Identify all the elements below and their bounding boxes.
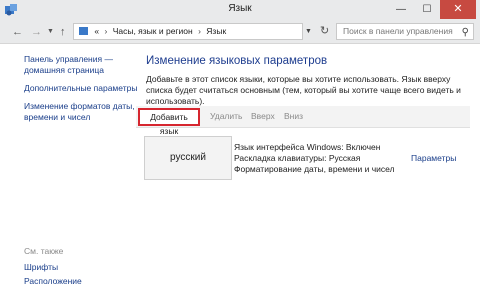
forward-arrow-icon[interactable]: → <box>31 25 42 39</box>
breadcrumb-separator: › <box>198 26 201 36</box>
language-detail-formatting: Форматирование даты, времени и чисел <box>234 164 395 174</box>
language-detail-interface: Язык интерфейса Windows: Включен <box>234 142 381 152</box>
breadcrumb-overflow[interactable]: « <box>94 26 99 36</box>
add-language-button[interactable]: Добавить язык <box>138 108 200 136</box>
up-arrow-icon[interactable]: ↑ <box>60 25 66 39</box>
language-tile-russian[interactable]: русский <box>144 136 232 180</box>
minimize-button[interactable]: — <box>388 0 414 19</box>
search-input[interactable]: Поиск в панели управления ⚲ <box>336 23 474 40</box>
sidebar-link-control-panel-home[interactable]: Панель управления — домашняя страница <box>24 54 142 76</box>
maximize-button[interactable]: ☐ <box>414 0 440 19</box>
see-also-link-fonts[interactable]: Шрифты <box>24 262 58 272</box>
search-icon[interactable]: ⚲ <box>462 25 469 40</box>
breadcrumb-clock-language-region[interactable]: Часы, язык и регион <box>113 26 193 36</box>
language-options-link[interactable]: Параметры <box>411 153 456 163</box>
back-arrow-icon[interactable]: ← <box>12 25 23 39</box>
refresh-icon[interactable]: ↻ <box>320 24 329 37</box>
move-up-button[interactable]: Вверх <box>251 111 275 121</box>
navigation-bar: ← → ▼ ↑ « › Часы, язык и регион › Язык ▼… <box>0 20 480 44</box>
page-description: Добавьте в этот список языки, которые вы… <box>146 74 461 106</box>
control-panel-icon <box>79 27 88 35</box>
search-placeholder: Поиск в панели управления <box>343 26 453 36</box>
recent-pages-chevron-icon[interactable]: ▼ <box>47 25 54 39</box>
language-details: Язык интерфейса Windows: Включен Расклад… <box>234 142 395 175</box>
remove-button[interactable]: Удалить <box>210 111 242 121</box>
sidebar-link-advanced-settings[interactable]: Дополнительные параметры <box>24 83 142 94</box>
breadcrumb-separator: › <box>104 26 108 36</box>
breadcrumb-language[interactable]: Язык <box>206 26 226 36</box>
title-bar: Язык — ☐ ✕ <box>0 0 480 20</box>
language-detail-keyboard: Раскладка клавиатуры: Русская <box>234 153 361 163</box>
address-bar[interactable]: « › Часы, язык и регион › Язык <box>73 23 303 40</box>
sidebar-link-change-formats[interactable]: Изменение форматов даты, времени и чисел <box>24 101 142 123</box>
close-button[interactable]: ✕ <box>440 0 476 19</box>
sidebar: Панель управления — домашняя страница До… <box>24 54 142 130</box>
see-also-link-location[interactable]: Расположение <box>24 276 82 286</box>
chevron-down-icon[interactable]: ▼ <box>305 28 312 35</box>
page-title: Изменение языковых параметров <box>146 55 328 67</box>
move-down-button[interactable]: Вниз <box>284 111 303 121</box>
see-also-label: См. также <box>24 246 64 256</box>
language-toolbar: Добавить язык Удалить Вверх Вниз <box>136 106 470 136</box>
